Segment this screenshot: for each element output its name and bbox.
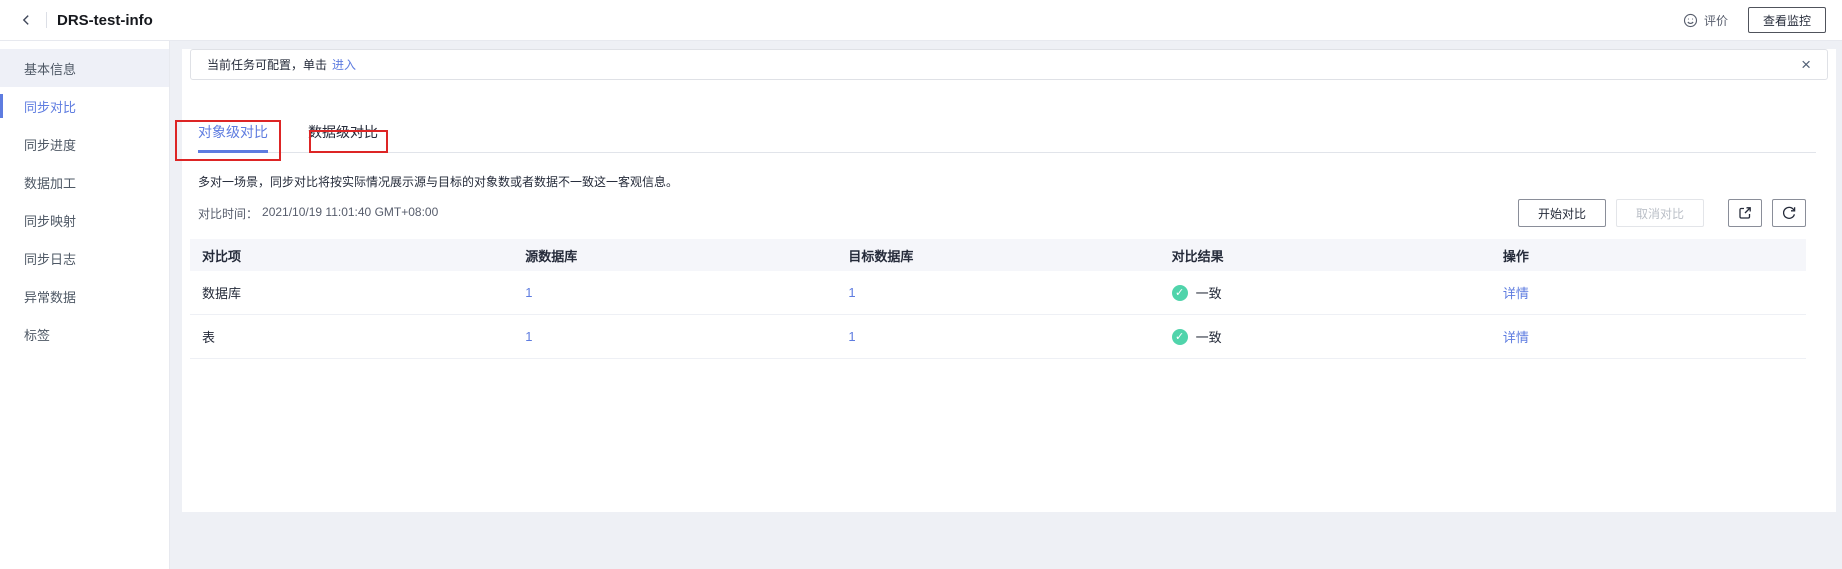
smiley-icon bbox=[1683, 13, 1698, 28]
refresh-button[interactable] bbox=[1772, 199, 1806, 227]
start-comparison-button[interactable]: 开始对比 bbox=[1518, 199, 1606, 227]
sidebar-item-sync-logs[interactable]: 同步日志 bbox=[0, 239, 169, 277]
top-bar: DRS-test-info 评价 查看监控 bbox=[0, 0, 1842, 41]
sidebar-item-basic-info[interactable]: 基本信息 bbox=[0, 49, 169, 87]
main-layout: 基本信息 同步对比 同步进度 数据加工 同步映射 同步日志 异常数据 标签 当前… bbox=[0, 41, 1842, 569]
source-db-count-link[interactable]: 1 bbox=[525, 285, 532, 300]
tab-data-level-comparison[interactable]: 数据级对比 bbox=[308, 122, 378, 142]
sidebar-item-sync-mapping[interactable]: 同步映射 bbox=[0, 201, 169, 239]
top-bar-right: 评价 查看监控 bbox=[1683, 7, 1826, 33]
sidebar-item-sync-progress[interactable]: 同步进度 bbox=[0, 125, 169, 163]
export-icon bbox=[1737, 205, 1753, 221]
view-monitoring-button[interactable]: 查看监控 bbox=[1748, 7, 1826, 33]
table-row-table: 表 1 1 ✓ 一致 详情 bbox=[190, 315, 1806, 359]
banner-enter-link[interactable]: 进入 bbox=[332, 56, 356, 73]
sidebar-item-tags[interactable]: 标签 bbox=[0, 315, 169, 353]
col-header-item: 对比项 bbox=[190, 246, 513, 265]
sidebar-item-data-processing[interactable]: 数据加工 bbox=[0, 163, 169, 201]
banner-message: 当前任务可配置，单击 bbox=[207, 56, 327, 73]
success-check-icon: ✓ bbox=[1172, 329, 1188, 345]
success-check-icon: ✓ bbox=[1172, 285, 1188, 301]
sidebar-item-abnormal-data[interactable]: 异常数据 bbox=[0, 277, 169, 315]
row-item-label: 数据库 bbox=[190, 283, 513, 302]
banner-close-icon[interactable]: × bbox=[1801, 56, 1811, 73]
title-divider bbox=[46, 12, 47, 28]
col-header-operation: 操作 bbox=[1491, 246, 1806, 265]
target-db-count-link[interactable]: 1 bbox=[848, 329, 855, 344]
result-cell: ✓ 一致 bbox=[1160, 283, 1491, 302]
comparison-time-label: 对比时间： bbox=[198, 205, 258, 222]
refresh-icon bbox=[1781, 205, 1797, 221]
feedback-label: 评价 bbox=[1704, 12, 1728, 29]
comparison-tabs: 对象级对比 数据级对比 bbox=[198, 122, 1816, 153]
result-label: 一致 bbox=[1196, 327, 1222, 346]
comparison-description: 多对一场景，同步对比将按实际情况展示源与目标的对象数或者数据不一致这一客观信息。 bbox=[198, 173, 1806, 190]
row-item-label: 表 bbox=[190, 327, 513, 346]
comparison-time-value: 2021/10/19 11:01:40 GMT+08:00 bbox=[262, 205, 438, 222]
tab-object-level-comparison[interactable]: 对象级对比 bbox=[198, 122, 268, 142]
top-bar-left: DRS-test-info bbox=[16, 10, 153, 30]
col-header-source-db: 源数据库 bbox=[513, 246, 836, 265]
page-title: DRS-test-info bbox=[57, 12, 153, 29]
table-header-row: 对比项 源数据库 目标数据库 对比结果 操作 bbox=[190, 239, 1806, 271]
back-button[interactable] bbox=[16, 10, 36, 30]
result-cell: ✓ 一致 bbox=[1160, 327, 1491, 346]
feedback-button[interactable]: 评价 bbox=[1683, 12, 1728, 29]
comparison-action-row: 对比时间： 2021/10/19 11:01:40 GMT+08:00 开始对比… bbox=[198, 199, 1806, 227]
content-card: 当前任务可配置，单击 进入 × 对象级对比 数据级对比 多对一场景，同步对比将按… bbox=[182, 49, 1836, 512]
comparison-time: 对比时间： 2021/10/19 11:01:40 GMT+08:00 bbox=[198, 205, 438, 222]
back-chevron-icon bbox=[19, 13, 33, 27]
cancel-comparison-button[interactable]: 取消对比 bbox=[1616, 199, 1704, 227]
table-row-database: 数据库 1 1 ✓ 一致 详情 bbox=[190, 271, 1806, 315]
col-header-target-db: 目标数据库 bbox=[836, 246, 1159, 265]
sidebar: 基本信息 同步对比 同步进度 数据加工 同步映射 同步日志 异常数据 标签 bbox=[0, 41, 170, 569]
banner-message-wrap: 当前任务可配置，单击 进入 bbox=[207, 56, 356, 73]
export-button[interactable] bbox=[1728, 199, 1762, 227]
comparison-table: 对比项 源数据库 目标数据库 对比结果 操作 数据库 1 1 ✓ 一致 详情 bbox=[190, 239, 1806, 359]
details-link[interactable]: 详情 bbox=[1503, 330, 1529, 345]
target-db-count-link[interactable]: 1 bbox=[848, 285, 855, 300]
comparison-buttons: 开始对比 取消对比 bbox=[1518, 199, 1806, 227]
info-banner: 当前任务可配置，单击 进入 × bbox=[190, 49, 1828, 80]
col-header-result: 对比结果 bbox=[1160, 246, 1491, 265]
source-db-count-link[interactable]: 1 bbox=[525, 329, 532, 344]
result-label: 一致 bbox=[1196, 283, 1222, 302]
sidebar-item-sync-comparison[interactable]: 同步对比 bbox=[0, 87, 169, 125]
details-link[interactable]: 详情 bbox=[1503, 286, 1529, 301]
content-area: 当前任务可配置，单击 进入 × 对象级对比 数据级对比 多对一场景，同步对比将按… bbox=[170, 41, 1842, 569]
